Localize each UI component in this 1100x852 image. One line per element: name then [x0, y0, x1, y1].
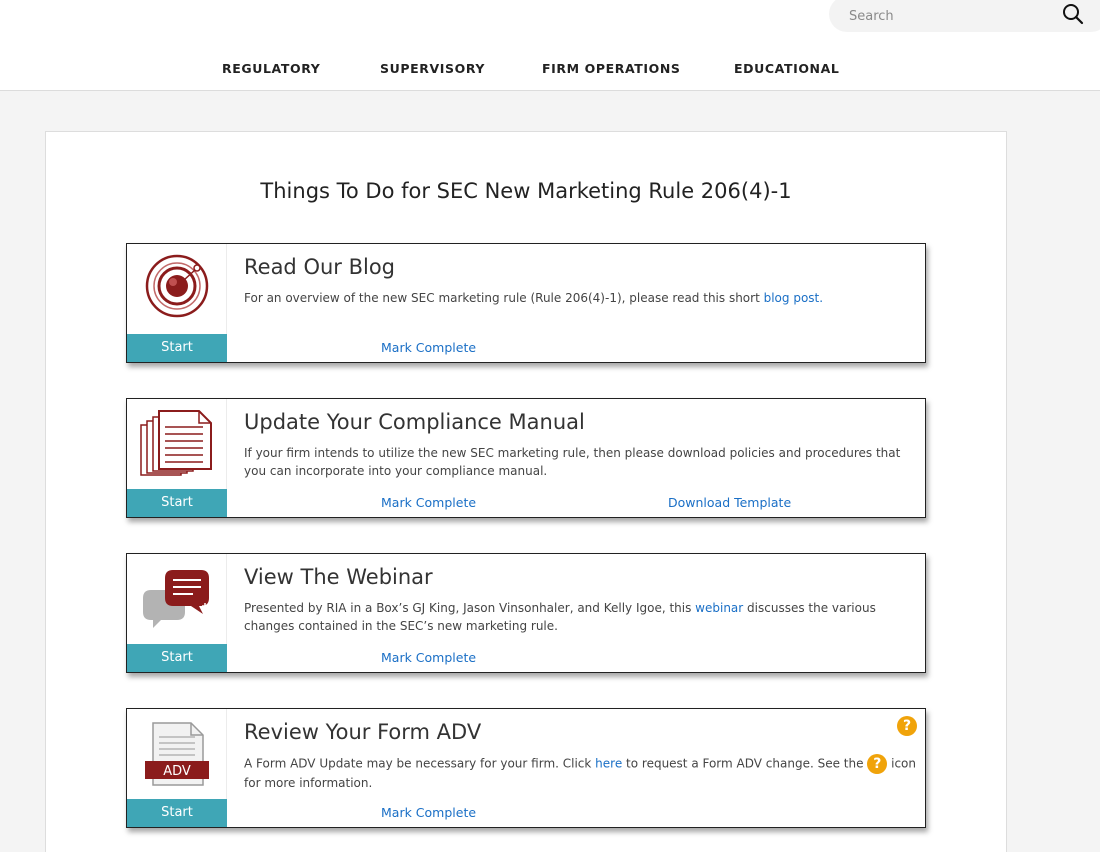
search-box [829, 0, 1100, 32]
search-icon[interactable] [1062, 3, 1084, 25]
card-desc-text: For an overview of the new SEC marketing… [244, 291, 764, 305]
start-button[interactable]: Start [127, 489, 227, 517]
mark-complete-link[interactable]: Mark Complete [381, 805, 476, 820]
main-panel: Things To Do for SEC New Marketing Rule … [45, 131, 1007, 852]
task-card-webinar: Start View The Webinar Presented by RIA … [126, 553, 926, 673]
documents-icon [140, 410, 212, 476]
card-description: If your firm intends to utilize the new … [244, 446, 901, 478]
task-card-compliance-manual: Start Update Your Compliance Manual If y… [126, 398, 926, 518]
chat-bubbles-icon [143, 570, 209, 628]
help-icon[interactable]: ? [867, 754, 888, 774]
card-thumbnail: Start [127, 554, 227, 672]
blog-post-link[interactable]: blog post. [764, 291, 823, 305]
card-description: Presented by RIA in a Box’s GJ King, Jas… [244, 599, 919, 635]
mark-complete-link[interactable]: Mark Complete [381, 340, 476, 355]
card-desc-text: to request a Form ADV change. See the [622, 756, 868, 771]
card-description: For an overview of the new SEC marketing… [244, 289, 919, 307]
adv-icon-label: ADV [163, 764, 191, 779]
top-bar: REGULATORY SUPERVISORY FIRM OPERATIONS E… [0, 0, 1100, 91]
search-input[interactable] [849, 6, 1049, 26]
main-nav: REGULATORY SUPERVISORY FIRM OPERATIONS E… [0, 61, 1100, 79]
nav-regulatory[interactable]: REGULATORY [222, 61, 320, 76]
nav-supervisory[interactable]: SUPERVISORY [380, 61, 485, 76]
mark-complete-link[interactable]: Mark Complete [381, 495, 476, 510]
card-title: Read Our Blog [244, 255, 396, 279]
nav-firm-operations[interactable]: FIRM OPERATIONS [542, 61, 681, 76]
task-card-read-blog: Start Read Our Blog For an overview of t… [126, 243, 926, 363]
card-title: Update Your Compliance Manual [244, 410, 585, 434]
card-title: View The Webinar [244, 565, 433, 589]
form-adv-icon: ADV [145, 722, 209, 786]
nav-educational[interactable]: EDUCATIONAL [734, 61, 839, 76]
start-button[interactable]: Start [127, 644, 227, 672]
mark-complete-link[interactable]: Mark Complete [381, 650, 476, 665]
help-icon[interactable]: ? [897, 716, 917, 736]
start-button[interactable]: Start [127, 334, 227, 362]
webinar-link[interactable]: webinar [695, 601, 743, 615]
card-desc-text: Presented by RIA in a Box’s GJ King, Jas… [244, 601, 696, 615]
task-card-form-adv: ADV Start Review Your Form ADV ? A Form … [126, 708, 926, 828]
card-description: A Form ADV Update may be necessary for y… [244, 754, 919, 792]
card-thumbnail: ADV Start [127, 709, 227, 827]
page-title: Things To Do for SEC New Marketing Rule … [260, 179, 792, 203]
card-thumbnail: Start [127, 244, 227, 362]
form-adv-request-link[interactable]: here [595, 757, 622, 771]
start-button[interactable]: Start [127, 799, 227, 827]
card-thumbnail: Start [127, 399, 227, 517]
card-title: Review Your Form ADV [244, 720, 482, 744]
target-icon [145, 254, 209, 318]
download-template-link[interactable]: Download Template [668, 495, 791, 510]
card-desc-text: A Form ADV Update may be necessary for y… [244, 756, 596, 771]
